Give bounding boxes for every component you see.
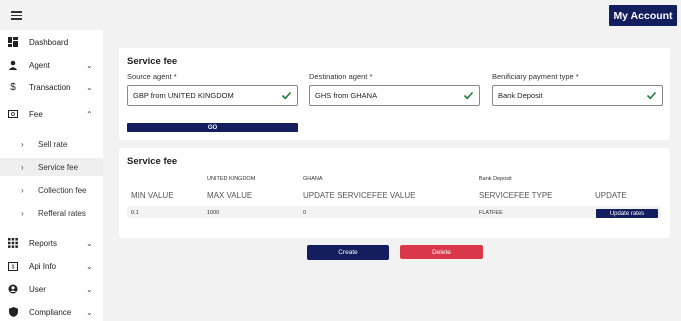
sidebar-item-dashboard[interactable]: Dashboard <box>0 32 103 52</box>
update-rates-button[interactable]: Update rates <box>596 209 658 218</box>
sidebar-subitem-collection-fee[interactable]: › Collection fee <box>0 181 103 199</box>
sidebar-item-label: Agent <box>29 60 50 70</box>
sidebar-item-api-info[interactable]: $ Api Info ⌄ <box>0 256 103 276</box>
top-bar: My Account <box>0 0 681 30</box>
cell-max-value: 1000 <box>207 210 220 216</box>
sidebar-item-label: User <box>29 284 46 294</box>
sidebar-subitem-refferal-rates[interactable]: › Refferal rates <box>0 204 103 222</box>
sidebar-item-label: Fee <box>29 109 43 119</box>
chevron-down-icon: ⌄ <box>86 261 93 271</box>
sidebar-item-label: Compliance <box>29 307 72 317</box>
column-header-update-servicefee-value: UPDATE SERVICEFEE VALUE <box>303 191 416 200</box>
chevron-down-icon: ⌄ <box>86 284 93 294</box>
create-button[interactable]: Create <box>307 245 389 260</box>
destination-agent-select[interactable]: GHS from GHANA <box>309 85 480 106</box>
source-agent-value: GBP from UNITED KINGDOM <box>133 91 234 100</box>
cell-servicefee-value[interactable]: 0 <box>303 210 306 216</box>
table-title: Service fee <box>127 156 178 167</box>
sidebar-item-user[interactable]: User ⌄ <box>0 279 103 299</box>
user-circle-icon <box>8 284 18 294</box>
check-icon <box>281 91 292 100</box>
chevron-down-icon: ⌄ <box>86 82 93 92</box>
chevron-right-icon: › <box>21 139 24 149</box>
dashboard-icon <box>8 37 18 47</box>
payment-type-value: Bank Deposit <box>498 91 543 100</box>
go-button[interactable]: GO <box>127 123 298 132</box>
chevron-right-icon: › <box>21 185 24 195</box>
hamburger-menu-icon[interactable] <box>11 11 22 20</box>
sidebar-item-label: Api Info <box>29 261 57 271</box>
source-agent-select[interactable]: GBP from UNITED KINGDOM <box>127 85 298 106</box>
sidebar-item-label: Transaction <box>29 82 71 92</box>
chevron-up-icon: ⌃ <box>86 109 93 119</box>
check-icon <box>463 91 474 100</box>
sidebar-item-reports[interactable]: Reports ⌄ <box>0 233 103 253</box>
svg-text:$: $ <box>12 264 15 270</box>
sidebar-subitem-label: Sell rate <box>38 139 68 149</box>
sidebar-subitem-sell-rate[interactable]: › Sell rate <box>0 135 103 153</box>
sidebar-item-label: Dashboard <box>29 37 69 47</box>
chevron-down-icon: ⌄ <box>86 60 93 70</box>
sidebar-item-fee[interactable]: Fee ⌃ <box>0 104 103 124</box>
destination-country-label: GHANA <box>303 176 323 182</box>
column-header-min-value: MIN VALUE <box>131 191 174 200</box>
sidebar-item-label: Reports <box>29 238 58 248</box>
sidebar-subitem-service-fee[interactable]: › Service fee <box>0 158 103 176</box>
chevron-right-icon: › <box>21 208 24 218</box>
column-header-max-value: MAX VALUE <box>207 191 253 200</box>
chevron-right-icon: › <box>21 162 24 172</box>
dollar-icon: $ <box>10 81 16 93</box>
sidebar: Dashboard Agent ⌄ $ Transaction ⌄ Fee ⌃ … <box>0 30 103 321</box>
delete-button[interactable]: Delete <box>400 245 483 259</box>
payment-type-select[interactable]: Bank Deposit <box>492 85 663 106</box>
shield-icon <box>8 307 18 317</box>
column-header-update: UPDATE <box>595 191 627 200</box>
person-icon <box>8 60 18 70</box>
column-header-servicefee-type: SERVICEFEE TYPE <box>479 191 553 200</box>
sidebar-subitem-label: Collection fee <box>38 185 87 195</box>
page-title: Service fee <box>127 56 178 67</box>
sidebar-subitem-label: Service fee <box>38 162 79 172</box>
sidebar-item-compliance[interactable]: Compliance ⌄ <box>0 302 103 321</box>
grid-icon <box>8 238 18 248</box>
destination-agent-value: GHS from GHANA <box>315 91 378 100</box>
payment-type-context-label: Bank Deposit <box>479 176 512 182</box>
check-icon <box>646 91 657 100</box>
cell-servicefee-type: FLATFEE <box>479 210 503 216</box>
destination-agent-label: Destination agent * <box>309 72 373 81</box>
sidebar-item-transaction[interactable]: $ Transaction ⌄ <box>0 77 103 97</box>
cash-icon <box>8 109 18 119</box>
api-icon: $ <box>8 261 18 271</box>
chevron-down-icon: ⌄ <box>86 307 93 317</box>
payment-type-label: Benificiary payment type * <box>492 72 579 81</box>
cell-min-value: 0.1 <box>131 210 139 216</box>
sidebar-subitem-label: Refferal rates <box>38 208 86 218</box>
my-account-button[interactable]: My Account <box>609 5 677 26</box>
sidebar-item-agent[interactable]: Agent ⌄ <box>0 55 103 75</box>
chevron-down-icon: ⌄ <box>86 238 93 248</box>
source-country-label: UNITED KINGDOM <box>207 176 256 182</box>
source-agent-label: Source agent * <box>127 72 177 81</box>
